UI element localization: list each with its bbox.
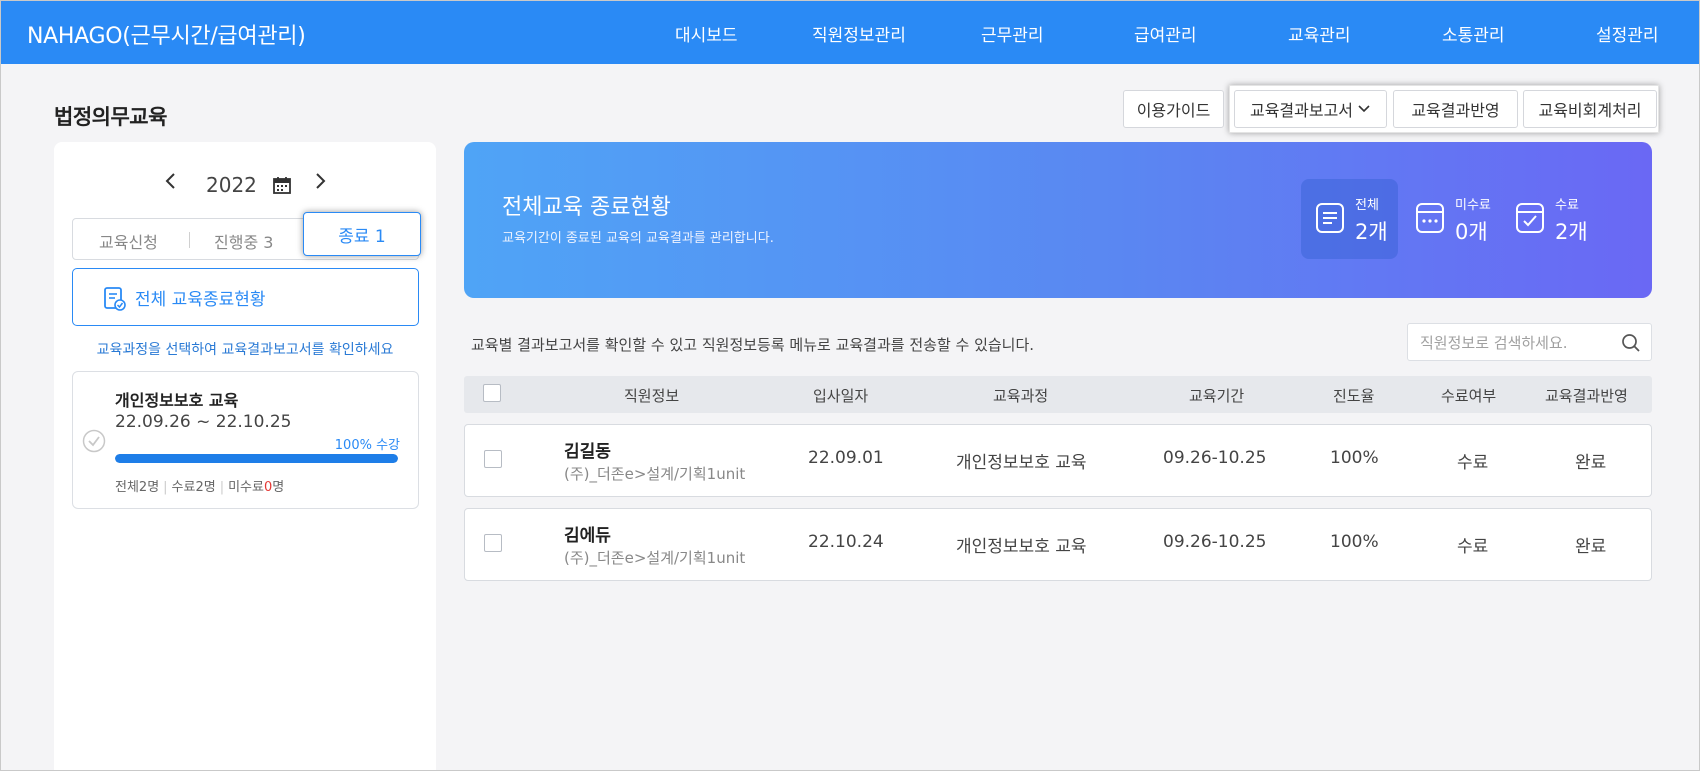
result-applied: 완료 [1575, 453, 1607, 473]
table-description: 교육별 결과보고서를 확인할 수 있고 직원정보등록 메뉴로 교육결과를 전송할… [471, 336, 1035, 354]
header-completion: 수료여부 [1441, 387, 1497, 405]
employee-search [1407, 323, 1652, 361]
stat-divider: | [163, 480, 168, 495]
stat-completed-value: 2개 [1555, 220, 1588, 244]
chevron-left-icon[interactable] [164, 170, 178, 198]
course-stats: 전체2명 | 수료2명 | 미수료0명 [115, 476, 284, 495]
app-window: NAHAGO(근무시간/급여관리) 대시보드 직원정보관리 근무관리 급여관리 … [0, 0, 1700, 771]
year-text: 2022 [206, 173, 257, 197]
hire-date: 22.09.01 [808, 448, 884, 468]
nav-dashboard[interactable]: 대시보드 [675, 21, 738, 46]
stat-incomplete-prefix: 미수료 [228, 480, 264, 495]
calendar-icon[interactable] [272, 175, 292, 195]
tab-apply[interactable]: 교육신청 [99, 229, 158, 253]
tab-ongoing[interactable]: 진행중 3 [214, 229, 273, 253]
course-name: 개인정보보호 교육 [956, 453, 1087, 473]
stat-card-total[interactable]: 전체 2개 [1301, 179, 1398, 259]
completion-status: 수료 [1457, 537, 1489, 557]
tab-completed[interactable]: 종료 1 [303, 212, 421, 256]
course-name: 개인정보보호 교육 [956, 537, 1087, 557]
search-input[interactable] [1420, 332, 1610, 354]
top-nav-bar: NAHAGO(근무시간/급여관리) 대시보드 직원정보관리 근무관리 급여관리 … [1, 1, 1699, 64]
guide-button[interactable]: 이용가이드 [1123, 90, 1224, 128]
progress-rate: 100% [1330, 532, 1379, 552]
stat-incomplete-value: 0개 [1455, 220, 1488, 244]
header-hire-date: 입사일자 [813, 387, 869, 405]
check-circle-icon [82, 429, 106, 453]
course-progress-label: 100% 수강 [334, 438, 400, 453]
chevron-down-icon [1358, 105, 1370, 113]
employee-name: 김에듀 [564, 526, 611, 546]
result-applied: 완료 [1575, 537, 1607, 557]
header-progress: 진도율 [1333, 387, 1375, 405]
search-icon[interactable] [1621, 333, 1641, 353]
course-name: 개인정보보호 교육 [115, 391, 239, 410]
completion-status: 수료 [1457, 453, 1489, 473]
completion-summary-banner: 전체교육 종료현황 교육기간이 종료된 교육의 교육결과를 관리합니다. 전체 … [464, 142, 1652, 298]
stat-total-value: 2개 [1355, 220, 1388, 244]
expense-button[interactable]: 교육비회계처리 [1523, 90, 1657, 128]
stat-card-completed[interactable]: 수료 2개 [1501, 179, 1598, 259]
nav-payroll[interactable]: 급여관리 [1134, 21, 1197, 46]
list-doc-icon [1313, 201, 1347, 235]
page-title: 법정의무교육 [54, 105, 167, 129]
stat-divider: | [219, 480, 225, 495]
table-header: 직원정보 입사일자 교육과정 교육기간 진도율 수료여부 교육결과반영 [464, 376, 1652, 413]
nav-work[interactable]: 근무관리 [981, 21, 1044, 46]
apply-result-button[interactable]: 교육결과반영 [1393, 90, 1518, 128]
stat-total: 전체2명 [115, 480, 160, 495]
course-progress-bar [115, 454, 398, 463]
employee-org: (주)_더존e>설계/기획1unit [564, 549, 746, 567]
tab-divider [189, 232, 190, 248]
stat-completed-label: 수료 [1555, 198, 1579, 213]
row-checkbox[interactable] [484, 450, 502, 468]
course-progress-fill [115, 454, 398, 463]
stat-incomplete-label: 미수료 [1455, 198, 1491, 213]
check-doc-icon [1513, 201, 1547, 235]
hire-date: 22.10.24 [808, 532, 884, 552]
course-card[interactable]: 개인정보보호 교육 22.09.26 ~ 22.10.25 100% 수강 전체… [72, 371, 419, 509]
table-row[interactable]: 김에듀 (주)_더존e>설계/기획1unit 22.10.24 개인정보보호 교… [464, 508, 1652, 581]
nav-employee-info[interactable]: 직원정보관리 [812, 21, 906, 46]
report-dropdown-button[interactable]: 교육결과보고서 [1234, 90, 1387, 128]
table-row[interactable]: 김길동 (주)_더존e>설계/기획1unit 22.09.01 개인정보보호 교… [464, 424, 1652, 497]
document-check-icon [103, 286, 127, 312]
row-checkbox[interactable] [484, 534, 502, 552]
course-period: 09.26-10.25 [1163, 448, 1267, 468]
header-course: 교육과정 [993, 387, 1049, 405]
select-course-hint: 교육과정을 선택하여 교육결과보고서를 확인하세요 [96, 342, 394, 358]
year-selector: 2022 [54, 170, 436, 200]
header-employee-info: 직원정보 [624, 387, 680, 405]
nav-education[interactable]: 교육관리 [1288, 21, 1351, 46]
all-completion-status-label: 전체 교육종료현황 [135, 290, 266, 310]
nav-communication[interactable]: 소통관리 [1442, 21, 1505, 46]
employee-org: (주)_더존e>설계/기획1unit [564, 465, 746, 483]
progress-rate: 100% [1330, 448, 1379, 468]
chevron-right-icon[interactable] [313, 170, 327, 198]
header-period: 교육기간 [1189, 387, 1245, 405]
employee-name: 김길동 [564, 442, 611, 462]
course-dates: 22.09.26 ~ 22.10.25 [115, 412, 292, 432]
banner-subtitle: 교육기간이 종료된 교육의 교육결과를 관리합니다. [502, 231, 774, 246]
header-result-applied: 교육결과반영 [1545, 387, 1628, 405]
stat-completed: 수료2명 [171, 480, 216, 495]
stat-incomplete-suffix: 명 [272, 480, 285, 495]
main-nav: 대시보드 직원정보관리 근무관리 급여관리 교육관리 소통관리 설정관리 [1, 21, 1699, 46]
nav-settings[interactable]: 설정관리 [1596, 21, 1659, 46]
stat-total-label: 전체 [1355, 198, 1379, 213]
pending-doc-icon [1413, 201, 1447, 235]
select-all-checkbox[interactable] [483, 384, 501, 402]
banner-title: 전체교육 종료현황 [502, 195, 671, 220]
stat-card-incomplete[interactable]: 미수료 0개 [1401, 179, 1498, 259]
all-completion-status-button[interactable]: 전체 교육종료현황 [72, 268, 419, 326]
course-period: 09.26-10.25 [1163, 532, 1267, 552]
report-button-label: 교육결과보고서 [1249, 101, 1354, 120]
